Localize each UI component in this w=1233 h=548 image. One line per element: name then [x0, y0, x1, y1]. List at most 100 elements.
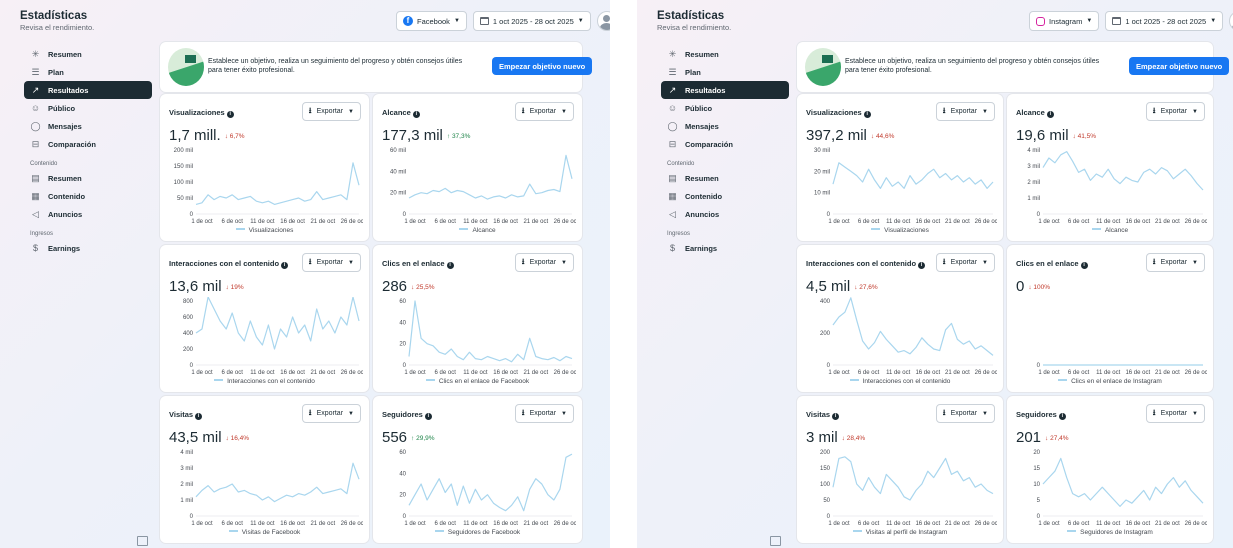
download-icon: ⭳: [308, 256, 312, 266]
sidebar-item-anuncios[interactable]: ◁ Anuncios: [661, 205, 789, 223]
banner-text: Establece un objetivo, realiza un seguim…: [845, 58, 1100, 74]
caret-down-icon: ▼: [561, 108, 567, 115]
info-icon[interactable]: i: [832, 413, 840, 420]
metric-card-clics: Clics en el enlace i ⭳ Exportar ▼ 0 ↓ 100% Clic…: [1007, 245, 1213, 392]
info-icon[interactable]: i: [281, 262, 289, 269]
export-button[interactable]: ⭳ Exportar ▼: [514, 253, 574, 272]
y-tick-label: 0: [403, 363, 407, 369]
series-line: [195, 297, 360, 350]
x-tick-label: 1 de oct: [191, 521, 213, 527]
y-tick-label: 400: [820, 299, 831, 305]
legend-label: Seguidores de Facebook: [447, 529, 521, 536]
info-icon[interactable]: i: [1046, 111, 1054, 118]
date-range-picker[interactable]: 1 oct 2025 - 28 oct 2025 ▼: [472, 11, 591, 31]
dollar-icon: $: [669, 243, 675, 253]
x-tick-label: 1 de oct: [828, 219, 850, 225]
download-icon: ⭳: [1152, 256, 1156, 266]
info-icon[interactable]: i: [195, 413, 203, 420]
export-button[interactable]: ⭳ Exportar ▼: [301, 102, 361, 121]
legend-swatch: [214, 379, 224, 381]
sidebar-item-mensajes[interactable]: ◯ Mensajes: [24, 117, 152, 135]
x-tick-label: 21 de oct: [310, 370, 335, 376]
download-icon: ⭳: [308, 407, 312, 417]
change-value: 27,6%: [859, 284, 878, 291]
info-icon[interactable]: i: [863, 111, 871, 118]
export-button[interactable]: ⭳ Exportar ▼: [935, 102, 995, 121]
sparkle-icon: ✳: [31, 48, 40, 59]
export-button[interactable]: ⭳ Exportar ▼: [1145, 404, 1205, 423]
x-tick-label: 21 de oct: [1155, 370, 1180, 376]
info-icon[interactable]: i: [1080, 262, 1088, 269]
export-button[interactable]: ⭳ Exportar ▼: [514, 102, 574, 121]
sidebar-item-plan[interactable]: ☰ Plan: [661, 63, 789, 81]
sidebar-item-resultados[interactable]: ↗ Resultados: [24, 81, 152, 99]
sidebar-item-publico[interactable]: ☺ Público: [24, 99, 152, 117]
info-icon[interactable]: i: [446, 262, 454, 269]
export-button[interactable]: ⭳ Exportar ▼: [935, 404, 995, 423]
platform-dropdown[interactable]: Instagram ▼: [1029, 11, 1100, 31]
avatar[interactable]: [1229, 11, 1233, 31]
sidebar-item-resultados[interactable]: ↗ Resultados: [661, 81, 789, 99]
arrow-down-icon: ↓: [1072, 133, 1078, 140]
export-label: Exportar: [316, 410, 344, 417]
sidebar-item-publico[interactable]: ☺ Público: [661, 99, 789, 117]
sidebar-item-contenido[interactable]: ▦ Contenido: [24, 187, 152, 205]
change-badge: ↓ 27,4%: [1045, 435, 1069, 442]
x-tick-label: 1 de oct: [404, 219, 426, 225]
x-tick-label: 11 de oct: [1096, 219, 1121, 225]
sidebar-item-contenido[interactable]: ▦ Contenido: [661, 187, 789, 205]
sidebar-item-earnings[interactable]: $ Earnings: [24, 239, 152, 257]
sidebar-item-resumen[interactable]: ✳ Resumen: [24, 45, 152, 63]
sidebar-item-comparacion[interactable]: ⊟ Comparación: [661, 135, 789, 153]
sidebar-item-label: Público: [48, 103, 76, 113]
avatar[interactable]: [596, 11, 610, 31]
legend-swatch: [1091, 228, 1101, 230]
export-button[interactable]: ⭳ Exportar ▼: [301, 253, 361, 272]
legend-swatch: [434, 530, 444, 532]
sidebar-item-label: Anuncios: [685, 209, 720, 219]
y-tick-label: 600: [183, 315, 194, 321]
metric-value: 177,3 mil ↑ 37,3%: [382, 127, 470, 144]
sidebar-item-label: Resumen: [685, 173, 719, 183]
y-tick-label: 800: [183, 299, 194, 305]
calendar-icon: [479, 17, 489, 25]
x-tick-label: 11 de oct: [463, 521, 488, 527]
sidebar-item-anuncios[interactable]: ◁ Anuncios: [24, 205, 152, 223]
info-icon[interactable]: i: [226, 111, 234, 118]
legend-label: Alcance: [472, 227, 496, 234]
start-goal-button[interactable]: Empezar objetivo nuevo: [492, 57, 593, 75]
export-button[interactable]: ⭳ Exportar ▼: [514, 404, 574, 423]
sidebar-item-mensajes[interactable]: ◯ Mensajes: [661, 117, 789, 135]
sidebar-item-label: Resumen: [48, 173, 82, 183]
date-range-picker[interactable]: 1 oct 2025 - 28 oct 2025 ▼: [1105, 11, 1224, 31]
collapse-panel-icon[interactable]: [137, 536, 148, 546]
card-title-text: Clics en el enlace: [1016, 259, 1079, 268]
sidebar-item-contenido-resumen[interactable]: ▤ Resumen: [661, 169, 789, 187]
sidebar-item-plan[interactable]: ☰ Plan: [24, 63, 152, 81]
info-icon[interactable]: i: [424, 413, 432, 420]
export-button[interactable]: ⭳ Exportar ▼: [935, 253, 995, 272]
compare-icon: ⊟: [31, 138, 40, 149]
info-icon[interactable]: i: [412, 111, 420, 118]
grid-icon: ▦: [668, 190, 677, 201]
metric-value-text: 397,2 mil: [806, 127, 867, 144]
sidebar-item-comparacion[interactable]: ⊟ Comparación: [24, 135, 152, 153]
metric-card-visualizaciones: Visualizaciones i ⭳ Exportar ▼ 397,2 mil ↓ 44,…: [797, 94, 1003, 241]
info-icon[interactable]: i: [1058, 413, 1066, 420]
sidebar-item-resumen[interactable]: ✳ Resumen: [661, 45, 789, 63]
collapse-panel-icon[interactable]: [770, 536, 781, 546]
sidebar-item-earnings[interactable]: $ Earnings: [661, 239, 789, 257]
metric-value-text: 19,6 mil: [1016, 127, 1069, 144]
x-tick-label: 6 de oct: [1068, 521, 1090, 527]
sidebar-item-contenido-resumen[interactable]: ▤ Resumen: [24, 169, 152, 187]
metric-value-text: 1,7 mill.: [169, 127, 221, 144]
export-button[interactable]: ⭳ Exportar ▼: [1145, 253, 1205, 272]
export-button[interactable]: ⭳ Exportar ▼: [1145, 102, 1205, 121]
platform-dropdown[interactable]: f Facebook ▼: [396, 11, 467, 31]
card-title-text: Seguidores: [382, 410, 423, 419]
x-tick-label: 21 de oct: [310, 219, 335, 225]
export-button[interactable]: ⭳ Exportar ▼: [301, 404, 361, 423]
doc-icon: ▤: [31, 172, 40, 183]
info-icon[interactable]: i: [918, 262, 926, 269]
start-goal-button[interactable]: Empezar objetivo nuevo: [1129, 57, 1230, 75]
